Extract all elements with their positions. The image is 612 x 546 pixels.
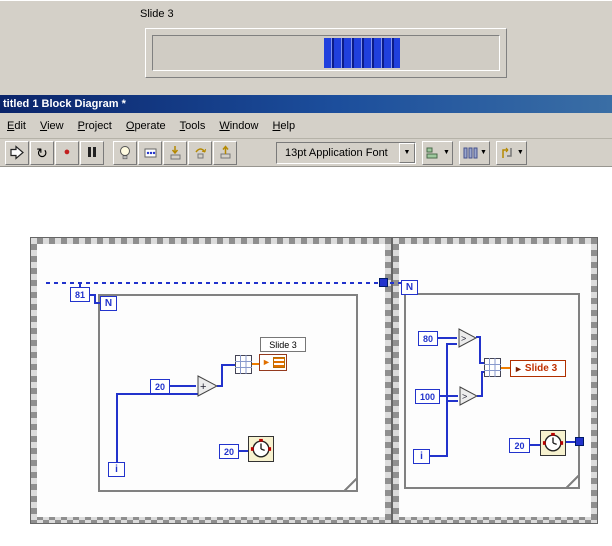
chevron-down-icon: ▼ bbox=[443, 149, 450, 156]
step-into-button[interactable] bbox=[163, 140, 187, 165]
step-over-icon bbox=[194, 148, 206, 159]
wait-ms-node-right[interactable] bbox=[540, 430, 566, 456]
align-objects-button[interactable]: ▼ bbox=[422, 140, 453, 165]
menu-edit[interactable]: Edit bbox=[0, 117, 33, 135]
clock-icon bbox=[542, 432, 564, 452]
menu-project[interactable]: Project bbox=[71, 117, 119, 135]
loop-count-terminal-left[interactable]: N bbox=[100, 296, 117, 311]
compare-operator-glyph: > bbox=[461, 334, 466, 344]
run-continuous-icon: ↻ bbox=[36, 144, 48, 161]
local-variable-glyph bbox=[272, 357, 285, 368]
font-selector-value: 13pt Application Font bbox=[285, 146, 388, 159]
iteration-terminal-left[interactable]: i bbox=[108, 462, 125, 477]
wire bbox=[530, 444, 540, 446]
local-variable-label-right: Slide 3 bbox=[524, 363, 558, 374]
resize-corner[interactable] bbox=[566, 475, 578, 487]
distribute-objects-icon bbox=[463, 147, 478, 158]
step-over-button[interactable] bbox=[188, 140, 212, 165]
constant-20-add[interactable]: 20 bbox=[150, 379, 170, 394]
wire bbox=[446, 343, 457, 345]
wire bbox=[239, 450, 248, 452]
toolbar: ↻ ● 13pt Application Font ▼ ▼ ▼ ▼ bbox=[0, 139, 612, 167]
wire bbox=[116, 393, 118, 463]
slider-label: Slide 3 bbox=[140, 8, 174, 20]
add-node[interactable]: + bbox=[196, 375, 218, 397]
build-array-node[interactable] bbox=[484, 358, 501, 377]
pause-icon bbox=[87, 144, 97, 162]
pause-button[interactable] bbox=[80, 140, 104, 165]
wire bbox=[221, 364, 235, 366]
local-variable-label-left[interactable]: Slide 3 bbox=[260, 337, 306, 352]
menu-help[interactable]: Help bbox=[265, 117, 302, 135]
slider-track[interactable] bbox=[152, 35, 500, 71]
slider-control[interactable] bbox=[145, 28, 507, 78]
menu-window[interactable]: Window bbox=[212, 117, 265, 135]
local-variable-node-left[interactable]: ► bbox=[259, 354, 287, 371]
add-operator-glyph: + bbox=[200, 381, 206, 393]
font-selector-dropdown-button[interactable]: ▼ bbox=[399, 142, 415, 163]
constant-20-wait-left[interactable]: 20 bbox=[219, 444, 239, 459]
wire-orange bbox=[501, 367, 510, 369]
local-write-arrow-icon: ► bbox=[514, 363, 523, 374]
local-write-arrow-icon: ► bbox=[262, 357, 271, 367]
wire bbox=[438, 337, 457, 339]
wire bbox=[446, 400, 458, 402]
loop-tunnel[interactable] bbox=[575, 437, 584, 446]
chevron-down-icon: ▼ bbox=[516, 149, 524, 156]
chevron-down-icon: ▼ bbox=[479, 149, 487, 156]
highlight-execution-button[interactable] bbox=[113, 140, 137, 165]
constant-81[interactable]: 81 bbox=[70, 287, 90, 302]
run-button[interactable] bbox=[5, 140, 29, 165]
sequence-tunnel[interactable] bbox=[379, 278, 388, 287]
resize-corner[interactable] bbox=[344, 478, 356, 490]
abort-icon: ● bbox=[63, 146, 71, 158]
abort-button[interactable]: ● bbox=[55, 140, 79, 165]
front-panel-strip: Slide 3 bbox=[0, 0, 612, 96]
constant-20-wait-right[interactable]: 20 bbox=[509, 438, 530, 453]
constant-80[interactable]: 80 bbox=[418, 331, 438, 346]
run-icon bbox=[10, 145, 24, 160]
reorder-button[interactable]: ▼ bbox=[495, 140, 527, 165]
wire bbox=[440, 395, 458, 397]
wire bbox=[170, 385, 196, 387]
window-title: titled 1 Block Diagram * bbox=[3, 98, 126, 110]
align-objects-icon bbox=[426, 147, 438, 158]
build-array-node[interactable] bbox=[235, 355, 252, 374]
constant-100[interactable]: 100 bbox=[415, 389, 440, 404]
menu-operate[interactable]: Operate bbox=[119, 117, 173, 135]
menu-tools[interactable]: Tools bbox=[173, 117, 213, 135]
lightbulb-icon bbox=[120, 145, 130, 159]
menu-view[interactable]: View bbox=[33, 117, 71, 135]
font-selector[interactable]: 13pt Application Font ▼ bbox=[276, 141, 416, 164]
slider-fill-segments bbox=[324, 38, 400, 68]
compare-node-upper[interactable]: > bbox=[457, 328, 477, 348]
reorder-icon bbox=[502, 147, 512, 158]
step-out-icon bbox=[220, 145, 230, 159]
compare-operator-glyph: > bbox=[462, 392, 467, 402]
iteration-terminal-right[interactable]: i bbox=[413, 449, 430, 464]
local-variable-node-right[interactable]: ► Slide 3 bbox=[510, 360, 566, 377]
retain-wire-values-icon bbox=[144, 148, 156, 157]
wire bbox=[479, 336, 481, 364]
compare-node-lower[interactable]: > bbox=[458, 386, 478, 406]
menu-bar: Edit View Project Operate Tools Window H… bbox=[0, 113, 612, 139]
distribute-objects-button[interactable]: ▼ bbox=[458, 140, 490, 165]
wait-ms-node-left[interactable] bbox=[248, 436, 274, 462]
wire bbox=[481, 371, 483, 397]
wire bbox=[221, 364, 223, 387]
run-continuous-button[interactable]: ↻ bbox=[30, 140, 54, 165]
labview-screen: Slide 3 titled 1 Block Diagram * Edit Vi… bbox=[0, 0, 612, 546]
count-wire-dashed bbox=[46, 282, 380, 284]
chevron-down-icon: ▼ bbox=[403, 149, 411, 156]
step-out-button[interactable] bbox=[213, 140, 237, 165]
clock-icon bbox=[250, 438, 272, 458]
step-into-icon bbox=[170, 146, 180, 160]
retain-wire-values-button[interactable] bbox=[138, 140, 162, 165]
title-bar[interactable]: titled 1 Block Diagram * bbox=[0, 95, 612, 113]
loop-count-terminal-right[interactable]: N bbox=[401, 280, 418, 295]
